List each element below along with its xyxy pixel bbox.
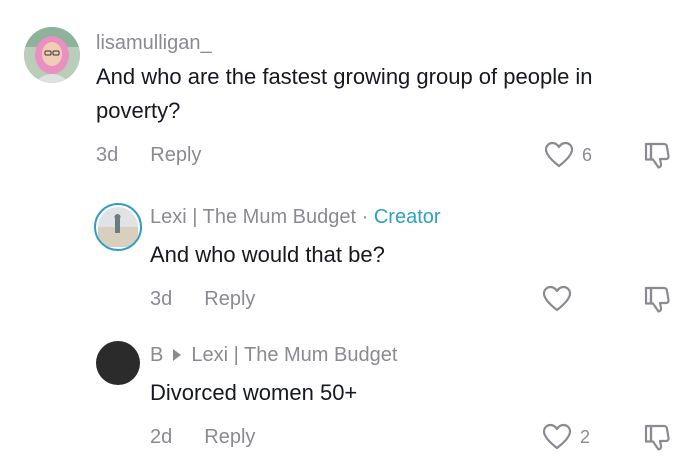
like-button[interactable] [542,285,580,313]
reply-to-username[interactable]: Lexi | The Mum Budget [191,344,397,366]
username-line: B Lexi | The Mum Budget [150,344,397,367]
username-line: Lexi | The Mum Budget · Creator [150,206,441,229]
dislike-button[interactable] [642,284,672,314]
heart-icon [542,423,572,450]
reply-button[interactable]: Reply [204,426,255,449]
comment-text: And who are the fastest growing group of… [96,64,593,123]
creator-badge: Creator [373,206,441,228]
dislike-button[interactable] [642,422,672,452]
heart-icon [542,285,572,312]
username[interactable]: lisamulligan_ [96,32,212,55]
heart-icon [544,141,574,168]
comment-meta: 2d Reply [150,426,255,449]
dislike-button[interactable] [642,140,672,170]
profile-photo-icon [98,207,138,247]
thumbs-down-icon [644,142,670,169]
thumbs-down-icon [644,424,670,451]
reply-button[interactable]: Reply [204,288,255,311]
timestamp: 3d [150,288,173,310]
comment-meta: 3d Reply [96,144,201,167]
timestamp: 3d [96,144,119,166]
like-button[interactable]: 2 [542,423,590,451]
profile-photo-icon [24,27,80,83]
reply-arrow-icon [173,349,182,362]
separator: · [361,206,369,228]
avatar[interactable] [94,203,142,251]
comment-text: And who would that be? [150,242,385,267]
like-count: 2 [580,426,591,447]
like-count: 6 [582,144,593,165]
username[interactable]: Lexi | The Mum Budget [150,206,356,228]
comment-meta: 3d Reply [150,288,255,311]
username[interactable]: B [150,344,163,366]
comment-text: Divorced women 50+ [150,380,358,405]
dark-circle-avatar[interactable] [96,341,140,385]
avatar[interactable] [24,27,80,83]
reply-button[interactable]: Reply [150,144,201,167]
timestamp: 2d [150,426,173,448]
like-button[interactable]: 6 [544,141,592,169]
thumbs-down-icon [644,286,670,313]
